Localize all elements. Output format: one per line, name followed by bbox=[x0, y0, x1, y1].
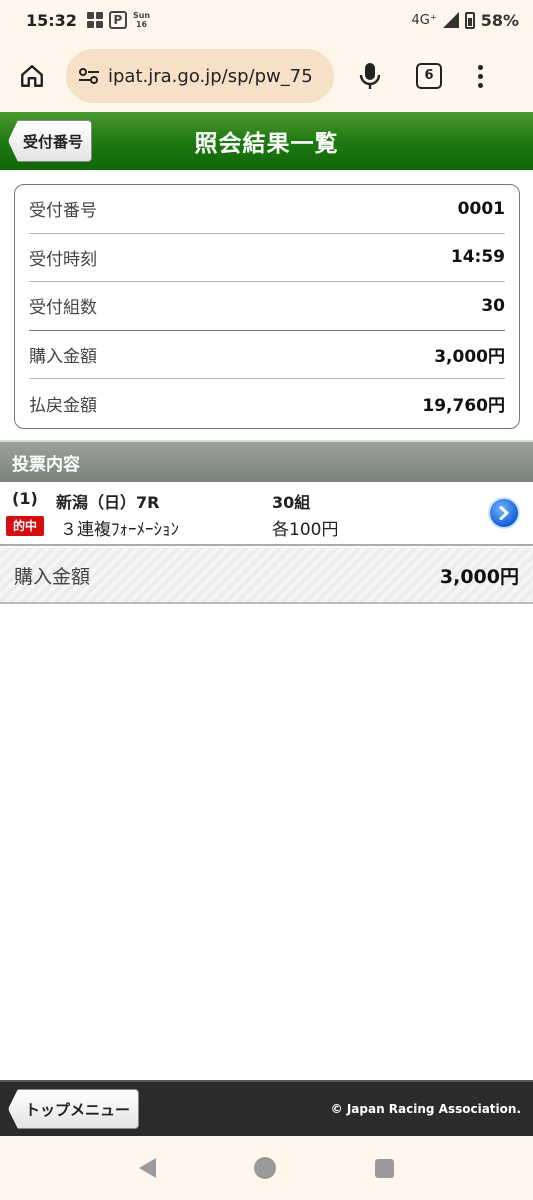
page-header: 受付番号 照会結果一覧 bbox=[0, 112, 533, 170]
page-title: 照会結果一覧 bbox=[194, 131, 339, 157]
summary-label: 購入金額 bbox=[29, 346, 97, 367]
home-button[interactable] bbox=[12, 56, 52, 96]
section-heading-bet-details: 投票内容 bbox=[0, 440, 533, 482]
purchase-total-label: 購入金額 bbox=[14, 565, 91, 588]
menu-dot-icon bbox=[477, 82, 483, 88]
network-type: 4G⁺ bbox=[411, 12, 437, 28]
back-to-receipt-button[interactable]: 受付番号 bbox=[8, 120, 93, 162]
calendar-date: 16 bbox=[135, 20, 148, 29]
site-settings-icon[interactable] bbox=[78, 67, 100, 85]
notification-icons: P Sun 16 bbox=[86, 11, 150, 29]
nav-home-icon[interactable] bbox=[254, 1157, 277, 1179]
purchase-total-value: 3,000円 bbox=[439, 565, 519, 588]
overflow-menu-button[interactable] bbox=[476, 64, 484, 88]
browser-toolbar: ipat.jra.go.jp/sp/pw_75 6 bbox=[0, 40, 533, 112]
summary-row-receipt-number: 受付番号 0001 bbox=[29, 185, 505, 234]
home-icon bbox=[21, 65, 43, 87]
summary-label: 受付組数 bbox=[29, 298, 97, 319]
summary-row-combination-count: 受付組数 30 bbox=[29, 282, 505, 331]
bet-type: ３連複ﾌｫｰﾒｰｼｮﾝ bbox=[60, 520, 179, 540]
battery-percent: 58% bbox=[480, 10, 519, 30]
race-name: 新潟（日）7R bbox=[56, 493, 160, 512]
paypay-icon: P bbox=[108, 11, 127, 29]
voice-search-button[interactable] bbox=[352, 56, 388, 96]
bet-number: (1) bbox=[12, 489, 38, 508]
url-text: ipat.jra.go.jp/sp/pw_75 bbox=[108, 65, 313, 87]
menu-dot-icon bbox=[477, 73, 483, 79]
copyright-text: © Japan Racing Association. bbox=[330, 1102, 521, 1116]
clock: 15:32 bbox=[26, 10, 77, 30]
top-menu-button[interactable]: トップメニュー bbox=[8, 1089, 140, 1129]
summary-label: 払戻金額 bbox=[29, 395, 97, 416]
summary-value: 3,000円 bbox=[434, 346, 505, 367]
summary-label: 受付時刻 bbox=[29, 249, 97, 270]
summary-row-purchase-amount: 購入金額 3,000円 bbox=[29, 331, 505, 379]
summary-value: 19,760円 bbox=[422, 395, 505, 416]
nav-back-icon[interactable] bbox=[139, 1158, 157, 1178]
summary-value: 30 bbox=[481, 295, 505, 316]
chevron-right-icon bbox=[499, 506, 509, 520]
summary-label: 受付番号 bbox=[29, 201, 97, 222]
summary-card: 受付番号 0001 受付時刻 14:59 受付組数 30 購入金額 3,000円… bbox=[14, 184, 520, 429]
nav-recents-icon[interactable] bbox=[374, 1158, 394, 1178]
system-indicators: 4G⁺ 58% bbox=[411, 11, 519, 30]
summary-row-receipt-time: 受付時刻 14:59 bbox=[29, 234, 505, 282]
bet-list-item[interactable]: (1) 的中 新潟（日）7R ３連複ﾌｫｰﾒｰｼｮﾝ 30組 各100円 bbox=[0, 484, 533, 546]
bet-detail-button[interactable] bbox=[488, 497, 520, 529]
system-navigation-bar bbox=[0, 1136, 533, 1200]
address-bar[interactable]: ipat.jra.go.jp/sp/pw_75 bbox=[66, 49, 334, 103]
summary-value: 14:59 bbox=[450, 247, 505, 268]
page-footer: トップメニュー © Japan Racing Association. bbox=[0, 1080, 533, 1136]
calendar-day: Sun bbox=[132, 11, 151, 20]
app-grid-icon bbox=[86, 12, 103, 28]
summary-value: 0001 bbox=[457, 198, 505, 219]
signal-icon bbox=[442, 12, 459, 28]
calendar-icon: Sun 16 bbox=[133, 11, 150, 29]
purchase-total-row: 購入金額 3,000円 bbox=[0, 548, 533, 604]
hit-badge: 的中 bbox=[6, 516, 44, 536]
tab-switcher-button[interactable]: 6 bbox=[416, 63, 442, 89]
combination-count: 30組 bbox=[272, 493, 311, 512]
battery-icon bbox=[464, 11, 475, 29]
menu-dot-icon bbox=[477, 64, 483, 70]
unit-stake: 各100円 bbox=[272, 520, 339, 540]
status-bar: 15:32 P Sun 16 4G⁺ 58% bbox=[0, 0, 533, 40]
summary-row-payout-amount: 払戻金額 19,760円 bbox=[29, 379, 505, 428]
microphone-icon bbox=[359, 63, 381, 89]
